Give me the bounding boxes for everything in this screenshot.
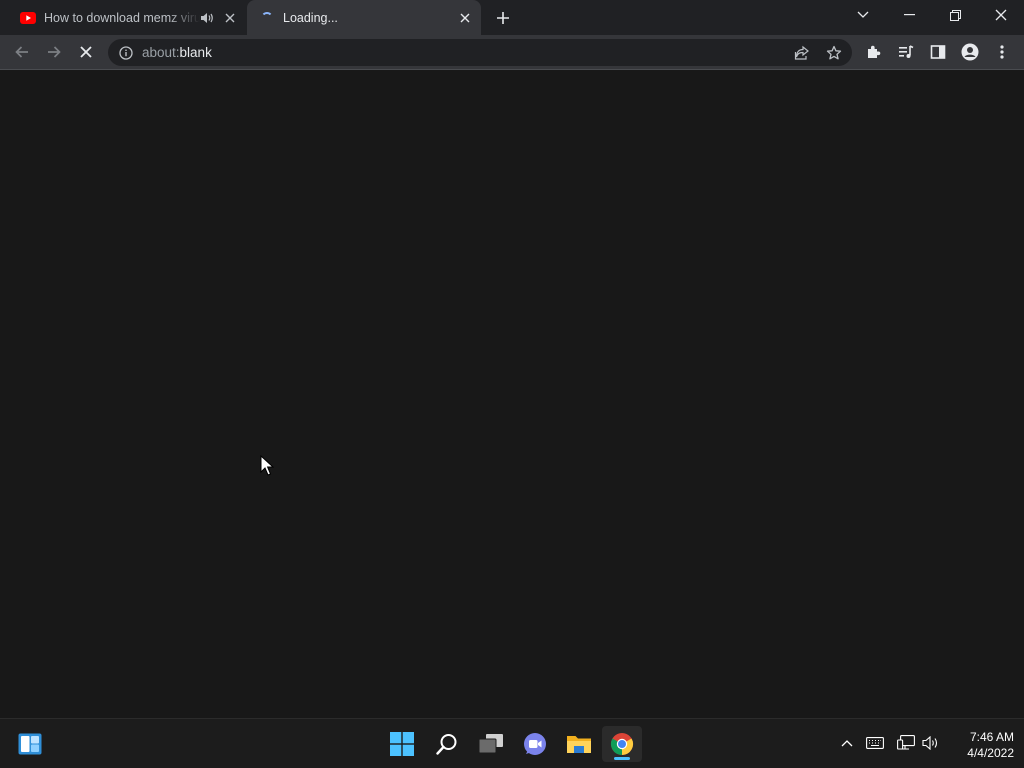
volume-icon bbox=[922, 736, 938, 750]
tab-title: Loading... bbox=[283, 10, 338, 25]
chrome-icon bbox=[610, 733, 634, 755]
profile-button[interactable] bbox=[956, 38, 984, 66]
file-explorer-button[interactable] bbox=[559, 726, 599, 762]
address-bar[interactable]: about:blank bbox=[108, 39, 852, 66]
close-window-button[interactable] bbox=[978, 0, 1024, 30]
extensions-icon bbox=[868, 45, 881, 58]
restore-icon bbox=[949, 9, 961, 21]
tab-youtube[interactable]: How to download memz virus bbox=[8, 0, 246, 35]
widgets-icon bbox=[18, 733, 42, 755]
taskbar: 7:46 AM 4/4/2022 bbox=[0, 718, 1024, 768]
stop-icon bbox=[80, 46, 92, 58]
back-icon bbox=[15, 46, 28, 58]
mouse-pointer-icon bbox=[260, 455, 274, 476]
start-button[interactable] bbox=[382, 726, 422, 762]
volume-button[interactable] bbox=[920, 731, 942, 755]
forward-icon bbox=[48, 46, 61, 58]
teams-chat-icon bbox=[524, 733, 546, 755]
back-button[interactable] bbox=[8, 38, 36, 66]
keyboard-button[interactable] bbox=[864, 731, 886, 755]
url-text: about:blank bbox=[142, 45, 212, 60]
loading-spinner-icon bbox=[259, 10, 275, 26]
clock-time: 7:46 AM bbox=[969, 730, 1014, 744]
tab-loading[interactable]: Loading... bbox=[247, 0, 481, 35]
side-panel-button[interactable] bbox=[924, 38, 952, 66]
search-icon bbox=[436, 734, 457, 755]
chevron-up-icon bbox=[841, 740, 853, 747]
minimize-icon bbox=[903, 14, 915, 16]
tab-title: How to download memz virus bbox=[44, 10, 200, 25]
side-panel-icon bbox=[930, 45, 946, 59]
media-control-button[interactable] bbox=[892, 38, 920, 66]
tab-search-button[interactable] bbox=[840, 0, 886, 30]
site-info-icon[interactable] bbox=[118, 45, 134, 61]
system-clock[interactable]: 7:46 AM 4/4/2022 bbox=[946, 729, 1014, 761]
search-button[interactable] bbox=[427, 726, 467, 762]
running-indicator bbox=[614, 757, 630, 760]
close-icon bbox=[995, 9, 1007, 21]
extensions-button[interactable] bbox=[860, 38, 888, 66]
page-content[interactable] bbox=[0, 71, 1024, 717]
menu-icon bbox=[1000, 45, 1004, 59]
forward-button[interactable] bbox=[40, 38, 68, 66]
browser-menu-button[interactable] bbox=[988, 38, 1016, 66]
close-tab-icon[interactable] bbox=[457, 10, 473, 26]
chevron-down-icon bbox=[857, 11, 869, 18]
close-tab-icon[interactable] bbox=[222, 10, 238, 26]
start-icon bbox=[390, 732, 414, 756]
stop-loading-button[interactable] bbox=[72, 38, 100, 66]
youtube-icon bbox=[20, 10, 36, 26]
bookmark-star-icon bbox=[826, 45, 842, 59]
show-hidden-icons-button[interactable] bbox=[836, 731, 858, 755]
plus-icon bbox=[497, 12, 509, 24]
speaker-icon[interactable] bbox=[200, 11, 214, 25]
minimize-button[interactable] bbox=[886, 0, 932, 30]
profile-icon bbox=[961, 43, 979, 61]
teams-chat-button[interactable] bbox=[515, 726, 555, 762]
chrome-button[interactable] bbox=[602, 726, 642, 762]
network-button[interactable] bbox=[895, 731, 917, 755]
browser-toolbar: about:blank bbox=[0, 35, 1024, 70]
network-icon bbox=[897, 735, 915, 750]
tab-strip: How to download memz virus Loading... bbox=[0, 0, 1024, 35]
share-icon bbox=[794, 45, 809, 60]
restore-button[interactable] bbox=[932, 0, 978, 30]
task-view-icon bbox=[479, 734, 503, 754]
file-explorer-icon bbox=[567, 736, 591, 753]
widgets-button[interactable] bbox=[10, 726, 50, 762]
share-button[interactable] bbox=[788, 39, 816, 66]
url-host: blank bbox=[179, 45, 212, 60]
clock-date: 4/4/2022 bbox=[967, 746, 1014, 760]
media-control-icon bbox=[899, 45, 914, 58]
new-tab-button[interactable] bbox=[492, 7, 514, 29]
url-scheme: about: bbox=[142, 45, 180, 60]
keyboard-icon bbox=[866, 737, 884, 749]
bookmark-button[interactable] bbox=[820, 39, 848, 66]
task-view-button[interactable] bbox=[471, 726, 511, 762]
